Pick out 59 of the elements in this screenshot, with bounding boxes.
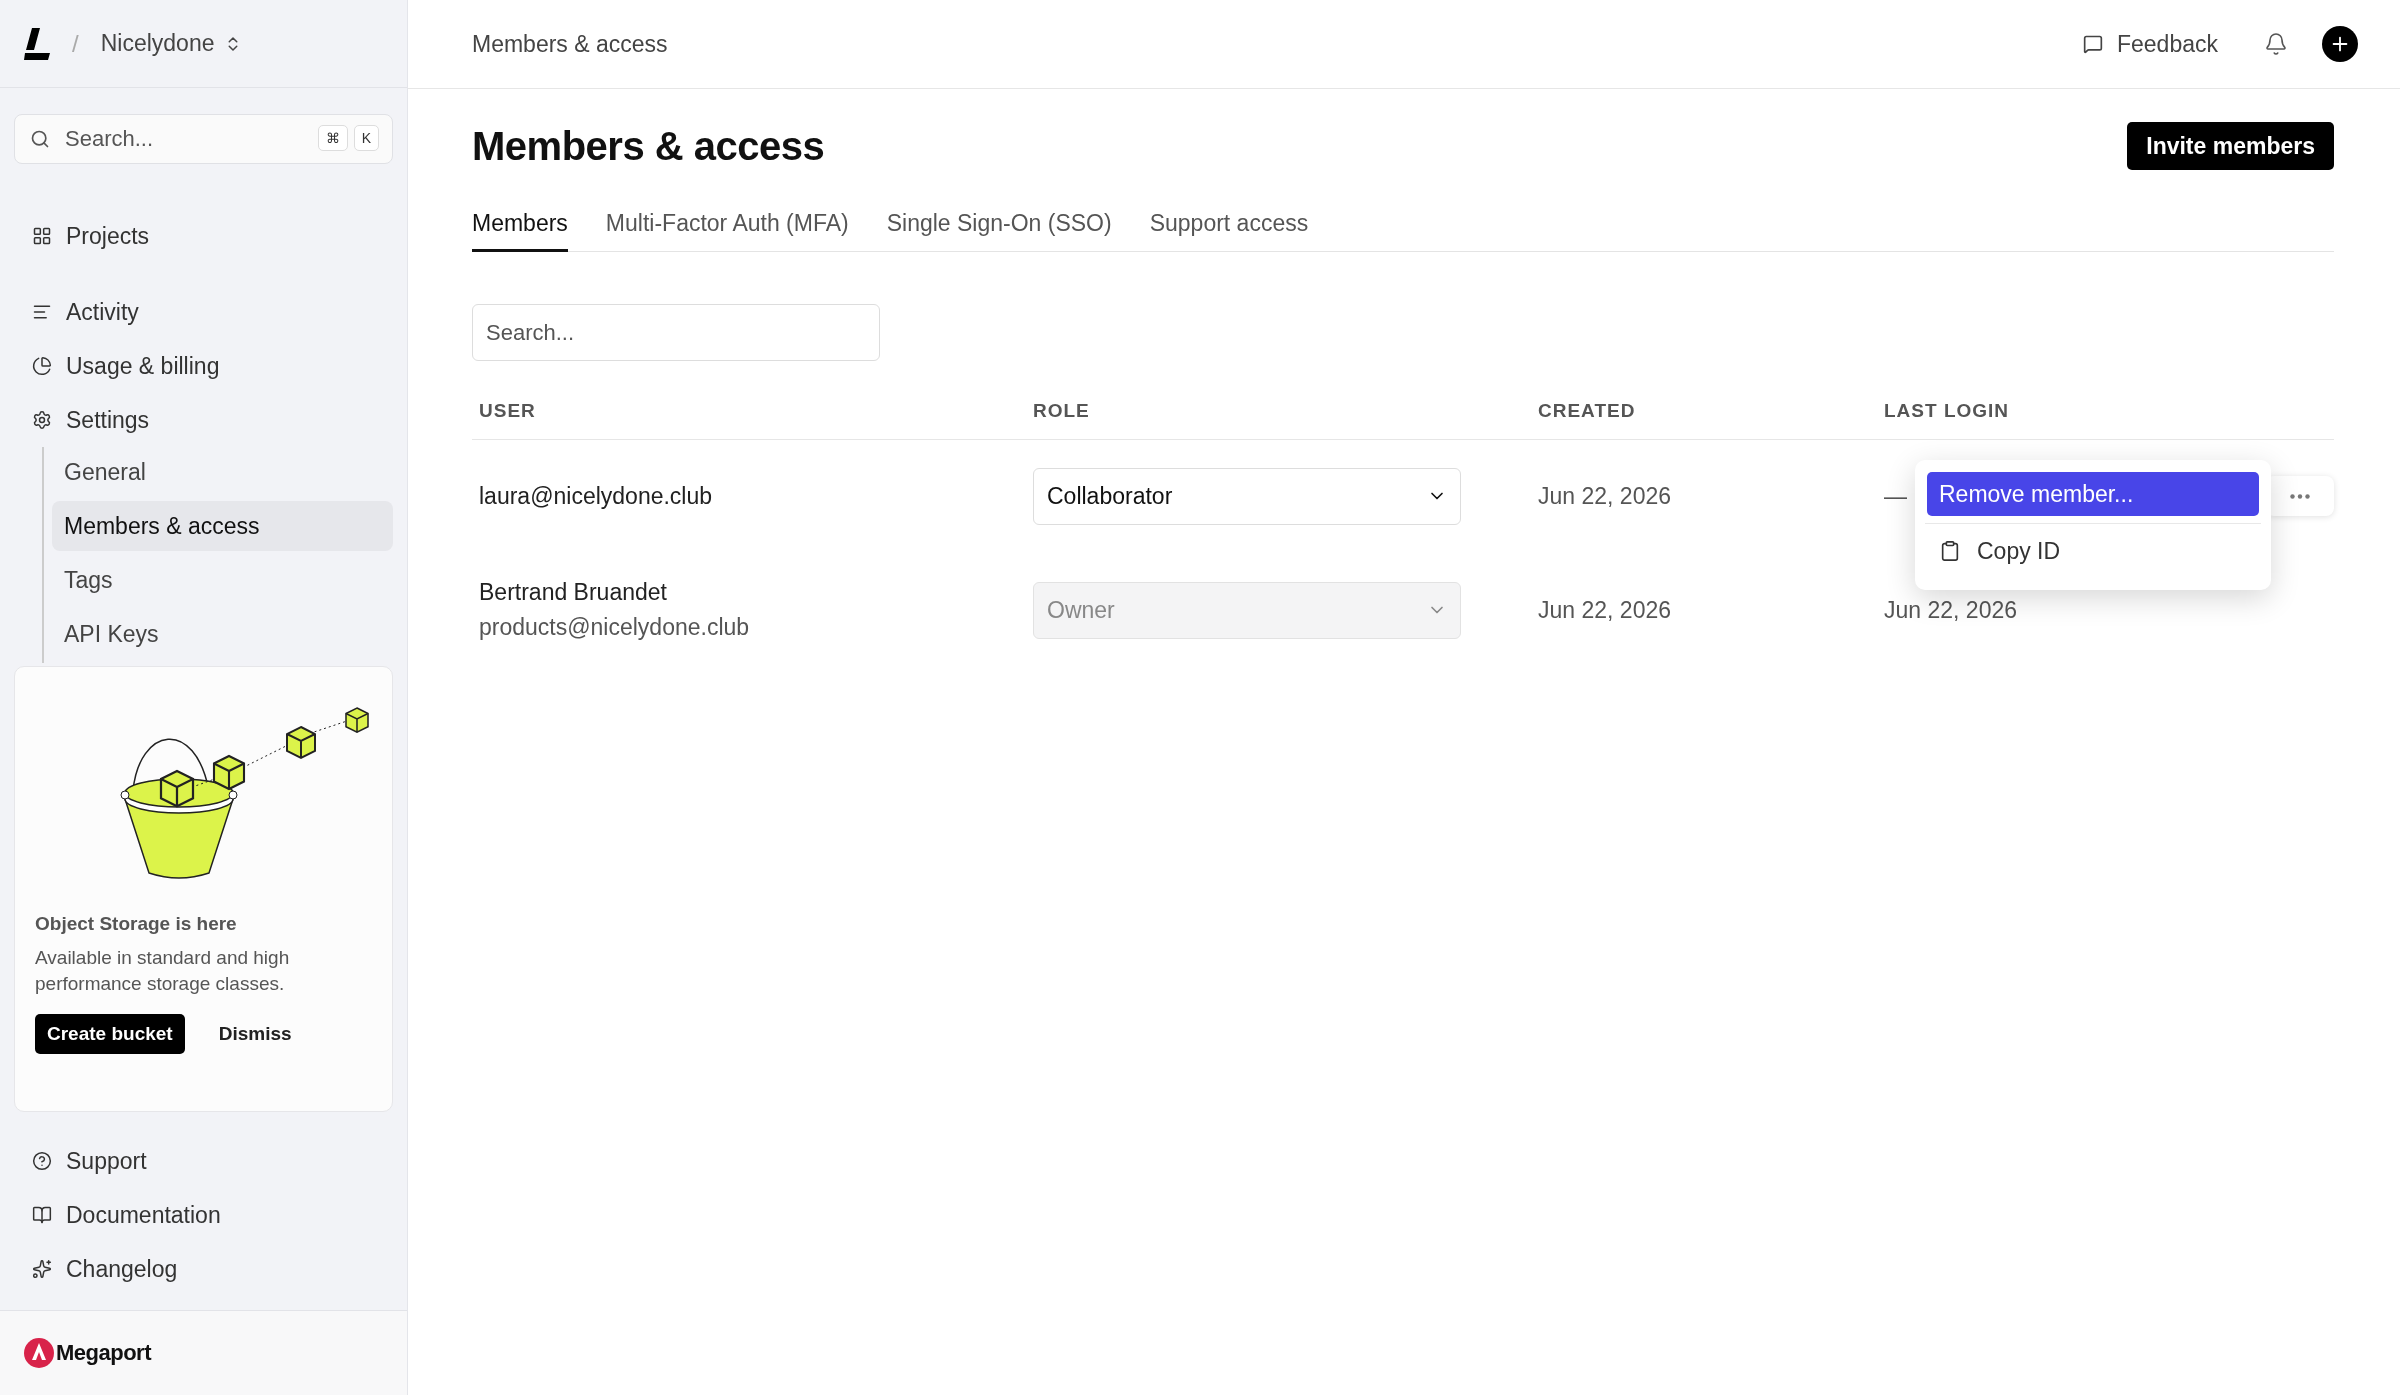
breadcrumb: Members & access xyxy=(472,30,669,58)
user-name: Bertrand Bruandet xyxy=(479,579,668,606)
brand-logo-icon xyxy=(24,1338,54,1368)
column-header: LAST LOGIN xyxy=(1884,400,2011,422)
clipboard-icon xyxy=(1939,540,1961,562)
search-icon xyxy=(30,129,50,149)
nav-item[interactable]: Support xyxy=(14,1134,393,1188)
settings-icon xyxy=(32,410,52,430)
nav-item[interactable]: Changelog xyxy=(14,1242,393,1296)
add-button[interactable] xyxy=(2322,26,2358,62)
tab[interactable]: Multi-Factor Auth (MFA) xyxy=(605,210,849,252)
members-search-field[interactable]: Search... xyxy=(472,304,880,361)
role-select[interactable]: Collaborator xyxy=(1033,467,1461,525)
nav-item[interactable]: Activity xyxy=(14,285,393,339)
list-icon xyxy=(32,302,52,322)
shortcut-key: K xyxy=(353,125,379,151)
menu-item[interactable]: Remove member... xyxy=(1927,472,2259,516)
sparkle-icon xyxy=(32,1259,52,1279)
last-login: Jun 22, 2026 xyxy=(1884,596,2017,624)
book-icon xyxy=(32,1205,52,1225)
dismiss-button[interactable]: Dismiss xyxy=(212,1022,298,1047)
tab[interactable]: Members xyxy=(472,210,568,252)
notifications-button[interactable] xyxy=(2264,32,2288,56)
promo-text: Available in standard and high performance storage classes. xyxy=(35,946,291,996)
breadcrumb-separator: / xyxy=(72,29,79,58)
pie-chart-icon xyxy=(32,356,52,376)
shortcut-key: ⌘ xyxy=(317,125,348,151)
nav-subitem[interactable]: Tags xyxy=(52,555,393,605)
menu-item[interactable]: Copy ID xyxy=(1927,524,2259,578)
created-date: Jun 22, 2026 xyxy=(1538,596,1672,624)
column-header: ROLE xyxy=(1033,400,1091,422)
workspace-switcher[interactable]: Nicelydone xyxy=(100,30,243,57)
grid-icon xyxy=(32,226,52,246)
column-header: USER xyxy=(478,400,537,422)
column-header: CREATED xyxy=(1538,400,1637,422)
chat-icon xyxy=(2083,34,2103,54)
nav-item[interactable]: Settings xyxy=(14,393,393,447)
ellipsis-icon xyxy=(2290,493,2310,499)
nav-item[interactable]: Projects xyxy=(14,209,393,263)
tab[interactable]: Single Sign-On (SSO) xyxy=(886,210,1112,252)
nav-subitem[interactable]: General xyxy=(52,447,393,497)
user-email: products@nicelydone.club xyxy=(479,614,751,641)
nav-item[interactable]: Documentation xyxy=(14,1188,393,1242)
nav-item[interactable]: Usage & billing xyxy=(14,339,393,393)
nav-subitem[interactable]: Members & access xyxy=(52,501,393,551)
last-login: — xyxy=(1884,482,1907,510)
invite-members-button[interactable]: Invite members xyxy=(2127,122,2334,170)
created-date: Jun 22, 2026 xyxy=(1538,482,1672,510)
help-icon xyxy=(32,1151,52,1171)
logo-icon[interactable] xyxy=(24,27,50,60)
promo-title: Object Storage is here xyxy=(35,913,238,935)
create-bucket-button[interactable]: Create bucket xyxy=(35,1014,185,1055)
brand-name: Megaport xyxy=(56,1340,151,1366)
bell-icon xyxy=(2264,32,2288,56)
page-title: Members & access xyxy=(472,123,825,169)
feedback-button[interactable]: Feedback xyxy=(2077,29,2224,59)
tab[interactable]: Support access xyxy=(1149,210,1309,252)
nav-subitem[interactable]: API Keys xyxy=(52,609,393,659)
user-email: laura@nicelydone.club xyxy=(479,482,714,510)
